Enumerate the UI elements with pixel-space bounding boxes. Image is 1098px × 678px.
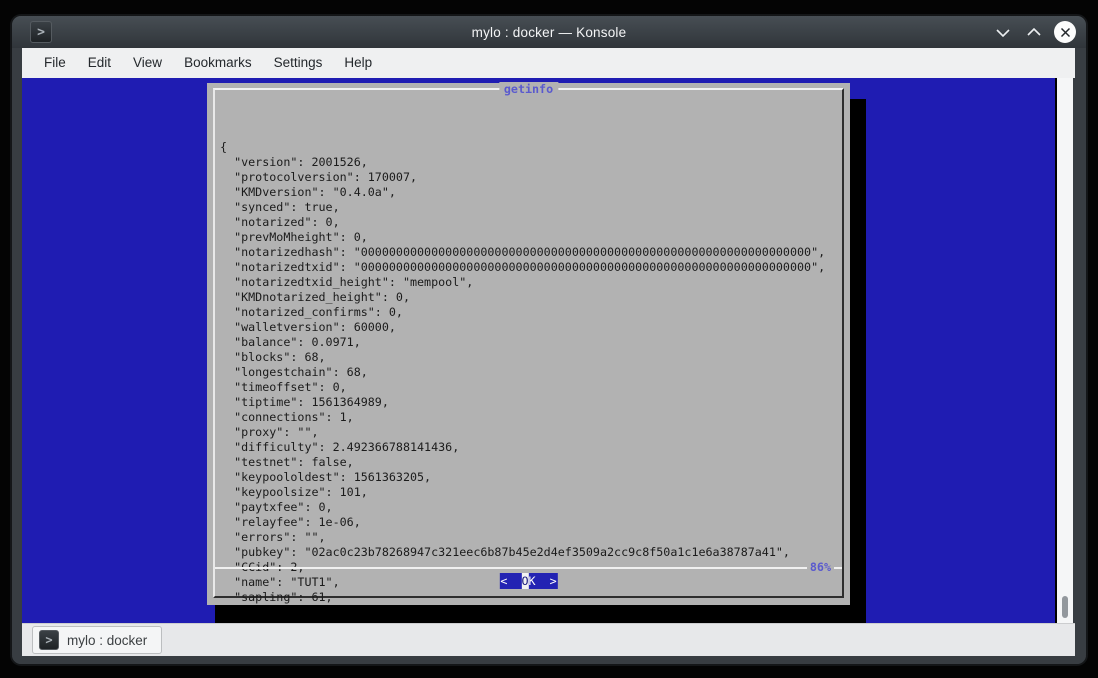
terminal-text-line: "version": 2001526, xyxy=(220,155,825,170)
terminal-text-line: "relayfee": 1e-06, xyxy=(220,515,825,530)
ok-button-suffix: > xyxy=(536,573,557,589)
terminal-text-line: "prevMoMheight": 0, xyxy=(220,230,825,245)
scrollbar-thumb[interactable] xyxy=(1062,596,1068,618)
terminal-text-line: "paytxfee": 0, xyxy=(220,500,825,515)
dialog-separator xyxy=(215,567,842,569)
terminal-text-line: "balance": 0.0971, xyxy=(220,335,825,350)
terminal-text-line: "notarizedhash": "0000000000000000000000… xyxy=(220,245,825,260)
terminal-text-line: "walletversion": 60000, xyxy=(220,320,825,335)
menu-bar: FileEditViewBookmarksSettingsHelp xyxy=(22,48,1075,78)
terminal-text-line: "notarizedtxid": "0000000000000000000000… xyxy=(220,260,825,275)
dialog-shadow-bottom xyxy=(215,605,866,623)
terminal-text-line: "tiptime": 1561364989, xyxy=(220,395,825,410)
title-bar[interactable]: > mylo : docker — Konsole xyxy=(12,16,1086,48)
menu-item[interactable]: Bookmarks xyxy=(173,48,263,78)
terminal-screen[interactable]: getinfo { "version": 2001526, "protocolv… xyxy=(22,78,1057,623)
terminal-text-line: "pubkey": "02ac0c23b78268947c321eec6b87b… xyxy=(220,545,825,560)
tab-label: mylo : docker xyxy=(67,633,147,648)
terminal-text-line: "proxy": "", xyxy=(220,425,825,440)
terminal-tab-icon: > xyxy=(39,630,59,650)
window-bottom-frame xyxy=(12,656,1086,664)
chevron-down-icon xyxy=(996,28,1010,37)
konsole-window: > mylo : docker — Konsole FileEditViewBo xyxy=(12,16,1086,664)
maximize-button[interactable] xyxy=(1023,21,1045,43)
terminal-text-line: "sapling": 61, xyxy=(220,590,825,605)
scroll-percent-indicator: 86% xyxy=(807,560,834,575)
menu-item[interactable]: Help xyxy=(333,48,383,78)
menu-item[interactable]: View xyxy=(122,48,173,78)
terminal-text-line: "keypoolsize": 101, xyxy=(220,485,825,500)
terminal-scrollbar[interactable] xyxy=(1057,78,1073,623)
terminal-text-line: "KMDnotarized_height": 0, xyxy=(220,290,825,305)
konsole-app-icon: > xyxy=(30,21,52,43)
tab-mylo-docker[interactable]: > mylo : docker xyxy=(32,626,162,654)
terminal-text-line: "connections": 1, xyxy=(220,410,825,425)
terminal-area: getinfo { "version": 2001526, "protocolv… xyxy=(22,78,1075,623)
ok-button[interactable]: < OK > xyxy=(499,573,557,589)
terminal-text-line: "difficulty": 2.492366788141436, xyxy=(220,440,825,455)
ok-button-prefix: < xyxy=(500,573,521,589)
tab-bar: > mylo : docker xyxy=(22,623,1075,656)
terminal-text-line: { xyxy=(220,140,825,155)
menu-item[interactable]: Edit xyxy=(77,48,122,78)
terminal-text-line: "protocolversion": 170007, xyxy=(220,170,825,185)
ok-button-label: K xyxy=(529,573,536,589)
dialog-shadow-right xyxy=(850,99,866,623)
window-controls xyxy=(992,16,1076,48)
dialog-json-output: { "version": 2001526, "protocolversion":… xyxy=(220,95,825,605)
terminal-text-line: "notarizedtxid_height": "mempool", xyxy=(220,275,825,290)
chevron-up-icon xyxy=(1027,28,1041,37)
close-button[interactable] xyxy=(1054,21,1076,43)
terminal-text-line: "synced": true, xyxy=(220,200,825,215)
terminal-text-line: "testnet": false, xyxy=(220,455,825,470)
close-icon xyxy=(1060,27,1071,38)
terminal-text-line: "notarized_confirms": 0, xyxy=(220,305,825,320)
terminal-text-line: "notarized": 0, xyxy=(220,215,825,230)
terminal-text-line: "KMDversion": "0.4.0a", xyxy=(220,185,825,200)
window-title: mylo : docker — Konsole xyxy=(12,25,1086,40)
dialog-title: getinfo xyxy=(499,82,558,97)
terminal-text-line: "longestchain": 68, xyxy=(220,365,825,380)
getinfo-dialog: getinfo { "version": 2001526, "protocolv… xyxy=(207,83,850,605)
minimize-button[interactable] xyxy=(992,21,1014,43)
terminal-text-line: "timeoffset": 0, xyxy=(220,380,825,395)
text-cursor: O xyxy=(521,573,528,589)
terminal-text-line: "errors": "", xyxy=(220,530,825,545)
menu-item[interactable]: File xyxy=(33,48,77,78)
menu-item[interactable]: Settings xyxy=(263,48,334,78)
terminal-text-line: "keypoololdest": 1561363205, xyxy=(220,470,825,485)
terminal-text-line: "blocks": 68, xyxy=(220,350,825,365)
